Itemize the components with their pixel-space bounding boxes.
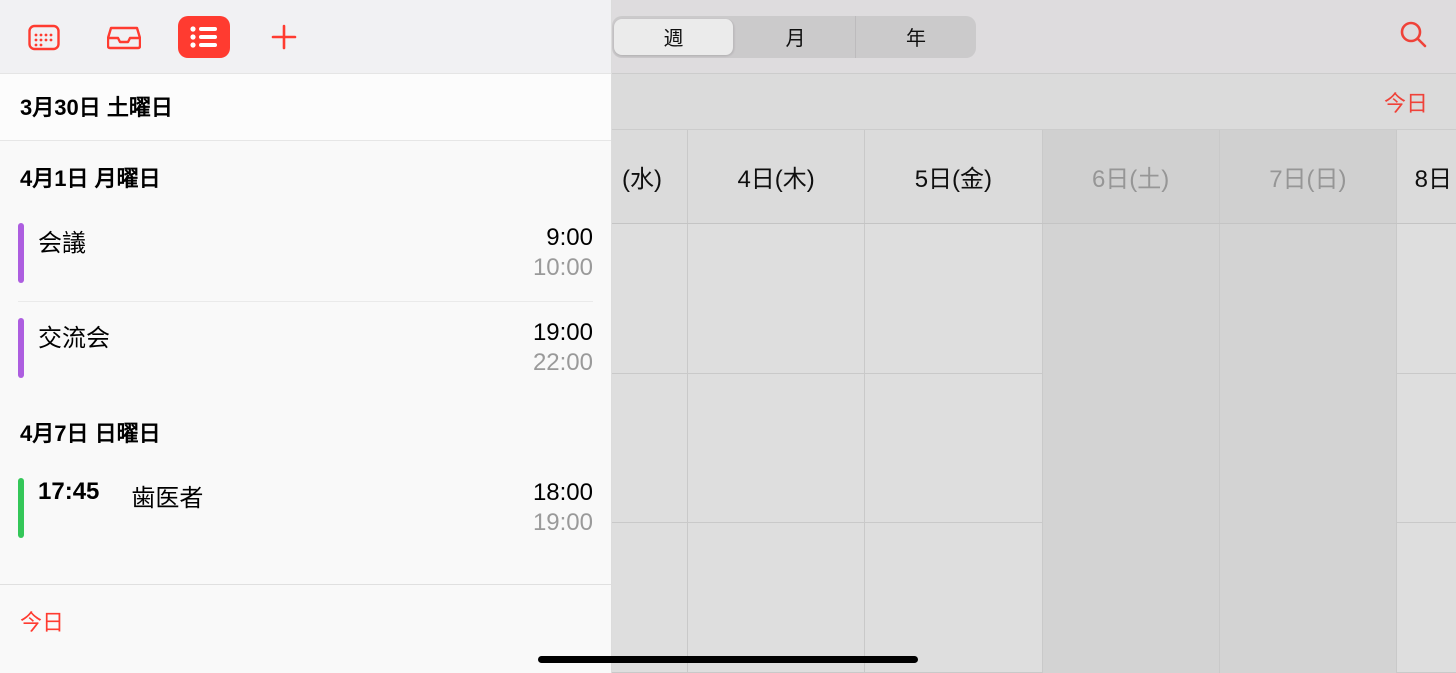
- events-group: 会議 9:00 10:00 交流会 19:00 22:00: [0, 207, 611, 396]
- today-button-right[interactable]: 今日: [1384, 86, 1428, 118]
- event-list-sidebar: 3月30日 土曜日 4月1日 月曜日 会議 9:00 10:00 交流会 1: [0, 0, 612, 673]
- week-grid[interactable]: [612, 224, 1456, 673]
- event-item[interactable]: 17:45 歯医者 18:00 19:00: [18, 462, 593, 556]
- event-item[interactable]: 交流会 19:00 22:00: [18, 302, 593, 396]
- day-header[interactable]: 5日(金): [864, 130, 1041, 223]
- event-color-bar: [18, 318, 24, 378]
- segment-year[interactable]: 年: [856, 16, 976, 58]
- calendar-view-button[interactable]: [18, 16, 70, 58]
- event-item[interactable]: 会議 9:00 10:00: [18, 207, 593, 302]
- day-header[interactable]: 7日(日): [1219, 130, 1396, 223]
- event-end: 22:00: [533, 348, 593, 378]
- segment-week[interactable]: 週: [614, 19, 734, 55]
- calendar-icon: [28, 23, 60, 51]
- event-times: 9:00 10:00: [533, 223, 593, 283]
- event-times: 18:00 19:00: [533, 478, 593, 538]
- week-view: 週 月 年 今日 (水) 4日(木) 5日(金) 6日(土) 7日(日) 8日: [612, 0, 1456, 673]
- day-header[interactable]: 8日: [1396, 130, 1456, 223]
- day-header[interactable]: 6日(土): [1042, 130, 1219, 223]
- search-icon: [1398, 19, 1428, 49]
- inbox-icon: [107, 24, 141, 50]
- day-headers: (水) 4日(木) 5日(金) 6日(土) 7日(日) 8日: [612, 130, 1456, 224]
- event-title: 歯医者: [131, 478, 203, 513]
- events-group: 17:45 歯医者 18:00 19:00: [0, 462, 611, 556]
- event-start: 19:00: [533, 318, 593, 348]
- event-start: 9:00: [533, 223, 593, 253]
- event-end: 10:00: [533, 253, 593, 283]
- date-header[interactable]: 3月30日 土曜日: [0, 74, 611, 141]
- view-segmented-control: 週 月 年: [612, 16, 976, 58]
- grid-cols: [612, 224, 1456, 673]
- day-header[interactable]: 4日(木): [687, 130, 864, 223]
- event-main: 17:45 歯医者: [38, 478, 533, 538]
- event-times: 19:00 22:00: [533, 318, 593, 378]
- home-indicator[interactable]: [538, 656, 918, 663]
- sidebar-toolbar: [0, 0, 611, 74]
- event-list[interactable]: 3月30日 土曜日 4月1日 月曜日 会議 9:00 10:00 交流会 1: [0, 74, 611, 584]
- event-title: 会議: [38, 223, 86, 258]
- list-view-button[interactable]: [178, 16, 230, 58]
- today-button[interactable]: 今日: [20, 610, 64, 635]
- right-toolbar: 週 月 年: [612, 0, 1456, 74]
- event-color-bar: [18, 478, 24, 538]
- add-event-button[interactable]: [258, 16, 310, 58]
- date-header[interactable]: 4月1日 月曜日: [0, 141, 611, 207]
- event-end: 19:00: [533, 508, 593, 538]
- event-alert-time: 17:45: [38, 478, 99, 506]
- event-title: 交流会: [38, 318, 110, 353]
- inbox-button[interactable]: [98, 16, 150, 58]
- segment-month[interactable]: 月: [736, 16, 856, 58]
- event-start: 18:00: [533, 478, 593, 508]
- day-header[interactable]: (水): [612, 130, 687, 223]
- event-main: 交流会: [38, 318, 533, 378]
- sidebar-footer: 今日: [0, 584, 611, 673]
- date-header[interactable]: 4月7日 日曜日: [0, 396, 611, 462]
- right-subheader: 今日: [612, 74, 1456, 130]
- search-button[interactable]: [1398, 19, 1428, 54]
- list-icon: [189, 25, 219, 49]
- plus-icon: [270, 23, 298, 51]
- event-color-bar: [18, 223, 24, 283]
- event-main: 会議: [38, 223, 533, 283]
